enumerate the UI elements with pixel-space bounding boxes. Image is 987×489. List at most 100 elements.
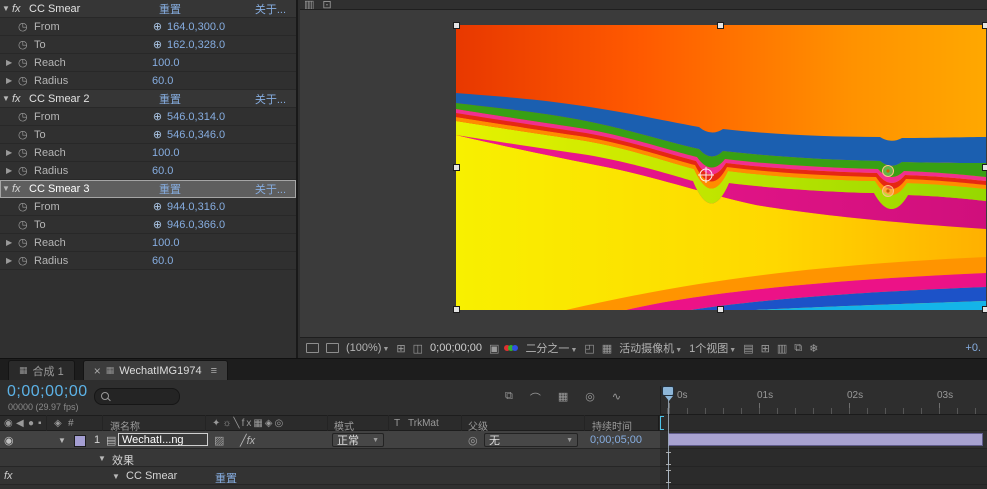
playhead-handle[interactable]: [662, 386, 674, 401]
frame-blend-icon[interactable]: ▦: [558, 390, 568, 406]
property-value[interactable]: 100.0: [152, 57, 180, 69]
composition-canvas[interactable]: [300, 10, 987, 337]
point-picker-icon[interactable]: ⊕: [150, 110, 165, 123]
property-value[interactable]: 100.0: [152, 237, 180, 249]
snapshot-icon[interactable]: ▣: [489, 342, 499, 355]
roi-icon[interactable]: ◰: [584, 342, 594, 355]
selection-handle[interactable]: [717, 306, 724, 313]
property-value[interactable]: 546.0,314.0: [167, 111, 225, 123]
composition-image[interactable]: [453, 22, 987, 313]
effect-header-cc-smear-3[interactable]: ▼ fx CC Smear 3 重置 关于...: [0, 180, 296, 198]
property-value[interactable]: 60.0: [152, 255, 173, 267]
stopwatch-icon[interactable]: ◷: [18, 110, 34, 123]
zoom-select[interactable]: (100%)▼: [346, 342, 389, 354]
effects-group-row[interactable]: ▼ 效果: [0, 449, 660, 467]
point-picker-icon[interactable]: ⊕: [150, 200, 165, 213]
view-layout-select[interactable]: 1个视图▼: [689, 340, 736, 356]
stopwatch-icon[interactable]: ◷: [18, 20, 34, 33]
collapse-arrow-icon[interactable]: ▼: [0, 94, 12, 103]
shy-icon[interactable]: ⌒: [530, 390, 541, 406]
close-icon[interactable]: ×: [94, 364, 101, 378]
group-expand-icon[interactable]: ▼: [98, 454, 106, 463]
collapse-arrow-icon[interactable]: ▼: [0, 4, 12, 13]
selection-handle[interactable]: [982, 164, 987, 171]
display-icon[interactable]: [306, 343, 319, 353]
property-value[interactable]: 60.0: [152, 165, 173, 177]
reset-link[interactable]: 重置: [159, 91, 251, 107]
stopwatch-icon[interactable]: ◷: [18, 236, 34, 249]
stopwatch-icon[interactable]: ◷: [18, 128, 34, 141]
effect-row-cc-smear[interactable]: fx ▼ CC Smear 重置: [0, 467, 660, 485]
stopwatch-icon[interactable]: ◷: [18, 38, 34, 51]
effect-header-cc-smear-2[interactable]: ▼ fx CC Smear 2 重置 关于...: [0, 90, 296, 108]
flowchart-icon[interactable]: ⧉: [794, 342, 802, 355]
reset-link[interactable]: 重置: [159, 1, 251, 17]
layer-track[interactable]: [660, 431, 987, 449]
trkmat-column[interactable]: TrkMat: [408, 418, 439, 429]
playhead-line[interactable]: [668, 400, 669, 489]
property-value[interactable]: 60.0: [152, 75, 173, 87]
eye-icon[interactable]: ◉: [4, 434, 14, 447]
viewer-timecode[interactable]: 0;00;00;00: [430, 342, 482, 354]
pickwhip-icon[interactable]: ◎: [468, 434, 478, 447]
selection-handle[interactable]: [982, 306, 987, 313]
property-value[interactable]: 546.0,346.0: [167, 129, 225, 141]
selection-handle[interactable]: [453, 306, 460, 313]
quality-switch-icon[interactable]: ▨: [214, 434, 224, 447]
stopwatch-icon[interactable]: ◷: [18, 74, 34, 87]
stopwatch-icon[interactable]: ◷: [18, 164, 34, 177]
timeline-button-icon[interactable]: ▥: [777, 342, 787, 355]
layer-duration-bar[interactable]: [668, 433, 983, 446]
collapse-arrow-icon[interactable]: ▼: [0, 184, 12, 193]
graph-editor-icon[interactable]: ∿: [612, 390, 621, 406]
point-picker-icon[interactable]: ⊕: [150, 218, 165, 231]
expand-arrow-icon[interactable]: ▶: [6, 256, 18, 265]
about-link[interactable]: 关于...: [255, 181, 286, 197]
property-value[interactable]: 164.0,300.0: [167, 21, 225, 33]
property-value[interactable]: 946.0,366.0: [167, 219, 225, 231]
layer-row[interactable]: ◉ ▼ 1 ▤ WechatI...ng ▨ ╱fx 正常 ▼ ◎ 无 ▼ 0;00…: [0, 431, 660, 449]
exposure-value[interactable]: +0.: [965, 342, 981, 354]
pixel-aspect-icon[interactable]: ▤: [743, 342, 753, 355]
stopwatch-icon[interactable]: ◷: [18, 254, 34, 267]
stopwatch-icon[interactable]: ◷: [18, 200, 34, 213]
search-input[interactable]: [94, 388, 180, 405]
selection-handle[interactable]: [982, 22, 987, 29]
point-picker-icon[interactable]: ⊕: [150, 128, 165, 141]
fast-preview-icon[interactable]: ⊞: [761, 342, 770, 355]
mask-toggle-icon[interactable]: ◫: [413, 342, 423, 355]
about-link[interactable]: 关于...: [255, 1, 286, 17]
exposure-reset-icon[interactable]: ❄: [809, 342, 818, 355]
blend-mode-select[interactable]: 正常 ▼: [332, 433, 384, 447]
expand-arrow-icon[interactable]: ▶: [6, 76, 18, 85]
motion-blur-icon[interactable]: ◎: [585, 390, 595, 406]
tab-composition-1[interactable]: ▦ 合成 1: [8, 360, 75, 380]
property-value[interactable]: 162.0,328.0: [167, 39, 225, 51]
display-icon[interactable]: [326, 343, 339, 353]
property-value[interactable]: 944.0,316.0: [167, 201, 225, 213]
time-ruler[interactable]: 0s 01s 02s 03s: [660, 386, 987, 415]
expand-arrow-icon[interactable]: ▶: [6, 58, 18, 67]
flowchart-icon[interactable]: ⧉: [505, 390, 513, 406]
property-value[interactable]: 100.0: [152, 147, 180, 159]
parent-select[interactable]: 无 ▼: [484, 433, 578, 447]
selection-handle[interactable]: [453, 164, 460, 171]
stopwatch-icon[interactable]: ◷: [18, 218, 34, 231]
panel-menu-icon[interactable]: ≡: [211, 365, 217, 377]
stopwatch-icon[interactable]: ◷: [18, 56, 34, 69]
channel-icon[interactable]: [504, 345, 519, 351]
layer-duration[interactable]: 0;00;05;00: [590, 434, 642, 446]
resolution-select[interactable]: 二分之一▼: [525, 340, 577, 356]
about-link[interactable]: 关于...: [255, 91, 286, 107]
effect-expand-icon[interactable]: ▼: [112, 472, 120, 481]
selection-handle[interactable]: [717, 22, 724, 29]
stopwatch-icon[interactable]: ◷: [18, 146, 34, 159]
selection-handle[interactable]: [453, 22, 460, 29]
expand-arrow-icon[interactable]: ▶: [6, 238, 18, 247]
tab-wechatimg1974[interactable]: × ▦ WechatIMG1974 ≡: [82, 360, 228, 380]
effect-reset-link[interactable]: 重置: [215, 470, 237, 486]
transparency-grid-icon[interactable]: ▦: [602, 342, 612, 355]
label-color-swatch[interactable]: [74, 435, 86, 447]
current-timecode[interactable]: 0;00;00;00: [7, 383, 88, 401]
effects-switch-icon[interactable]: ╱fx: [240, 434, 255, 447]
